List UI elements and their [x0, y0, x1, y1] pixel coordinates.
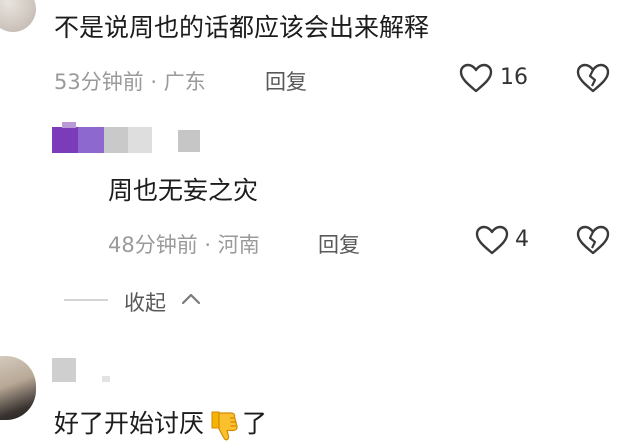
divider-line — [64, 299, 108, 301]
collapse-label: 收起 — [124, 291, 166, 315]
dislike-broken-heart-icon[interactable] — [576, 63, 610, 93]
reply-button[interactable]: 回复 — [318, 229, 360, 259]
comment-text: 不是说周也的话都应该会出来解释 — [54, 13, 430, 42]
reply-time-location: 48分钟前 · 河南 — [108, 233, 260, 257]
like-heart-icon[interactable] — [459, 63, 493, 93]
thumbs-down-icon — [206, 408, 240, 442]
comment-text: 好了开始讨厌 了 — [54, 408, 267, 442]
chevron-up-icon — [180, 290, 202, 308]
like-count: 16 — [500, 65, 528, 90]
reply-text: 周也无妄之灾 — [108, 176, 259, 205]
reply-button[interactable]: 回复 — [265, 66, 307, 96]
avatar[interactable] — [0, 0, 36, 32]
dislike-broken-heart-icon[interactable] — [576, 225, 610, 255]
like-heart-icon[interactable] — [475, 225, 509, 255]
avatar[interactable] — [0, 356, 36, 420]
comment-text-suffix: 了 — [242, 409, 268, 438]
comment-time-location: 53分钟前 · 广东 — [54, 70, 206, 94]
comment-text-main: 好了开始讨厌 — [54, 409, 205, 438]
like-count: 4 — [515, 227, 529, 252]
